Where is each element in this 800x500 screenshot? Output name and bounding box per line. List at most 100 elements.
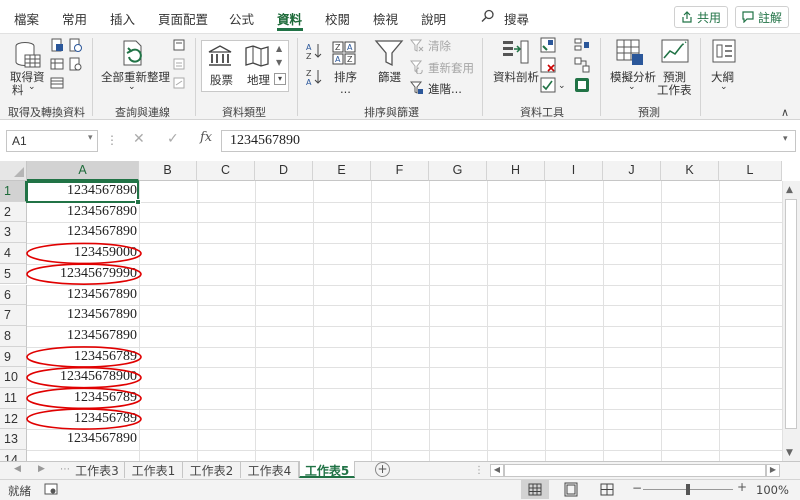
- scroll-left-icon[interactable]: ◀: [490, 464, 504, 477]
- sort-a-z-icon[interactable]: A Z: [305, 42, 323, 60]
- scroll-right-icon[interactable]: ▶: [766, 464, 780, 477]
- reapply-label: 重新套用: [428, 61, 474, 75]
- collapse-ribbon-icon[interactable]: ∧: [781, 106, 789, 119]
- svg-text:A: A: [335, 55, 341, 64]
- vertical-scroll-thumb[interactable]: [785, 199, 797, 429]
- data-validation-dropdown-icon[interactable]: ⌄: [558, 81, 566, 91]
- insert-function-icon[interactable]: fx: [200, 130, 212, 145]
- geography-label[interactable]: 地理: [247, 72, 270, 88]
- from-web-icon[interactable]: [68, 38, 82, 52]
- text-to-columns-label[interactable]: 資料剖析: [493, 69, 539, 85]
- filter-icon[interactable]: [374, 38, 404, 68]
- scroll-up-icon[interactable]: ▲: [786, 185, 793, 195]
- stocks-label[interactable]: 股票: [210, 72, 233, 88]
- recent-sources-icon[interactable]: [68, 57, 82, 71]
- scroll-down-icon[interactable]: ▼: [786, 448, 793, 458]
- reapply-icon: [410, 60, 423, 74]
- tab-file[interactable]: 檔案: [14, 9, 39, 28]
- from-text-icon[interactable]: [50, 38, 64, 52]
- gallery-more-icon[interactable]: ▾: [274, 73, 286, 85]
- refresh-dropdown-icon[interactable]: ⌄: [128, 82, 136, 92]
- refresh-all-icon[interactable]: [120, 39, 148, 69]
- sheet-tab-5[interactable]: 工作表5: [299, 461, 355, 478]
- zoom-in-icon[interactable]: +: [737, 480, 747, 494]
- forecast-sheet-icon[interactable]: [660, 38, 690, 68]
- macro-recording-icon[interactable]: [44, 483, 58, 496]
- edit-links-icon[interactable]: [172, 76, 186, 90]
- get-data-icon[interactable]: [13, 40, 43, 70]
- page-layout-view-button[interactable]: [557, 480, 585, 499]
- flash-fill-icon[interactable]: [540, 37, 556, 53]
- geography-icon[interactable]: [244, 44, 270, 68]
- manage-data-model-icon[interactable]: [574, 77, 590, 93]
- sheet-tab-2[interactable]: 工作表2: [183, 461, 241, 478]
- data-validation-icon[interactable]: [540, 77, 556, 93]
- sheet-tab-3[interactable]: 工作表3: [70, 461, 125, 478]
- group-label-get-transform: 取得及轉換資料: [8, 106, 85, 119]
- name-box-dropdown-icon[interactable]: ▾: [88, 133, 93, 143]
- tab-home[interactable]: 常用: [62, 9, 87, 28]
- from-table-icon[interactable]: [50, 57, 64, 71]
- normal-view-button[interactable]: [521, 480, 549, 499]
- tab-data[interactable]: 資料: [277, 9, 302, 28]
- add-sheet-icon[interactable]: +: [375, 462, 390, 477]
- tab-formulas[interactable]: 公式: [229, 9, 254, 28]
- group-separator: [482, 38, 483, 116]
- comment-button[interactable]: 註解: [735, 6, 789, 28]
- more-sheets-icon[interactable]: ⋯: [60, 464, 70, 475]
- gallery-down-icon[interactable]: ▼: [276, 58, 282, 67]
- what-if-analysis-icon[interactable]: [615, 38, 645, 68]
- name-box[interactable]: A1: [6, 130, 98, 152]
- get-data-dropdown-icon[interactable]: ⌄: [28, 82, 36, 92]
- text-to-columns-icon[interactable]: [500, 38, 530, 68]
- advanced-label[interactable]: 進階...: [428, 81, 462, 97]
- horizontal-scrollbar[interactable]: [504, 464, 766, 477]
- tab-review[interactable]: 校閱: [325, 9, 350, 28]
- tab-page-layout[interactable]: 頁面配置: [158, 9, 208, 28]
- outline-icon[interactable]: [711, 38, 737, 64]
- search-label[interactable]: 搜尋: [504, 9, 529, 28]
- group-separator: [600, 38, 601, 116]
- properties-icon[interactable]: [172, 57, 186, 71]
- next-sheet-icon[interactable]: ▶: [38, 464, 45, 474]
- highlight-ellipse-row-4: [26, 242, 142, 265]
- normal-view-icon: [528, 483, 542, 496]
- formula-input[interactable]: 1234567890: [221, 130, 796, 152]
- share-button[interactable]: 共用: [674, 6, 728, 28]
- comment-icon: [742, 11, 754, 23]
- consolidate-icon[interactable]: [574, 37, 590, 53]
- sheet-tab-1[interactable]: 工作表1: [125, 461, 183, 478]
- enter-icon[interactable]: ✓: [167, 131, 179, 147]
- cancel-icon[interactable]: ✕: [133, 131, 145, 147]
- sheet-tab-4[interactable]: 工作表4: [241, 461, 299, 478]
- filter-label[interactable]: 篩選: [378, 69, 401, 85]
- worksheet-grid[interactable]: A B C D E F G H I J K L 1 2 3 4 5 6 7 8 …: [0, 161, 800, 461]
- tab-help[interactable]: 說明: [421, 9, 446, 28]
- search-icon[interactable]: [481, 9, 495, 23]
- stocks-icon[interactable]: [207, 44, 233, 68]
- outline-dropdown-icon[interactable]: ⌄: [720, 82, 728, 92]
- formula-bar-handle-icon[interactable]: ⋮: [106, 133, 118, 147]
- zoom-slider-thumb[interactable]: [686, 484, 690, 495]
- queries-connections-icon[interactable]: [172, 38, 186, 52]
- existing-connections-icon[interactable]: [50, 76, 64, 90]
- prev-sheet-icon[interactable]: ◀: [14, 464, 21, 474]
- advanced-filter-icon[interactable]: [410, 81, 424, 95]
- sort-z-a-icon[interactable]: Z A: [305, 68, 323, 86]
- page-break-view-button[interactable]: [593, 480, 621, 499]
- get-data-label-2[interactable]: 料: [12, 82, 24, 98]
- expand-formula-bar-icon[interactable]: ▾: [783, 134, 788, 144]
- relationships-icon[interactable]: [574, 57, 590, 73]
- sort-icon[interactable]: Z A A Z: [331, 40, 359, 66]
- forecast-label-2[interactable]: 工作表: [657, 82, 692, 98]
- tab-insert[interactable]: 插入: [110, 9, 135, 28]
- svg-text:A: A: [306, 43, 312, 52]
- remove-duplicates-icon[interactable]: [540, 57, 556, 73]
- sort-more-label[interactable]: ...: [340, 82, 351, 96]
- gallery-up-icon[interactable]: ▲: [276, 44, 282, 53]
- tab-view[interactable]: 檢視: [373, 9, 398, 28]
- zoom-level[interactable]: 100%: [756, 483, 789, 497]
- zoom-out-icon[interactable]: −: [632, 481, 642, 495]
- tab-split-handle-icon[interactable]: ⋮: [474, 465, 484, 476]
- what-if-dropdown-icon[interactable]: ⌄: [628, 82, 636, 92]
